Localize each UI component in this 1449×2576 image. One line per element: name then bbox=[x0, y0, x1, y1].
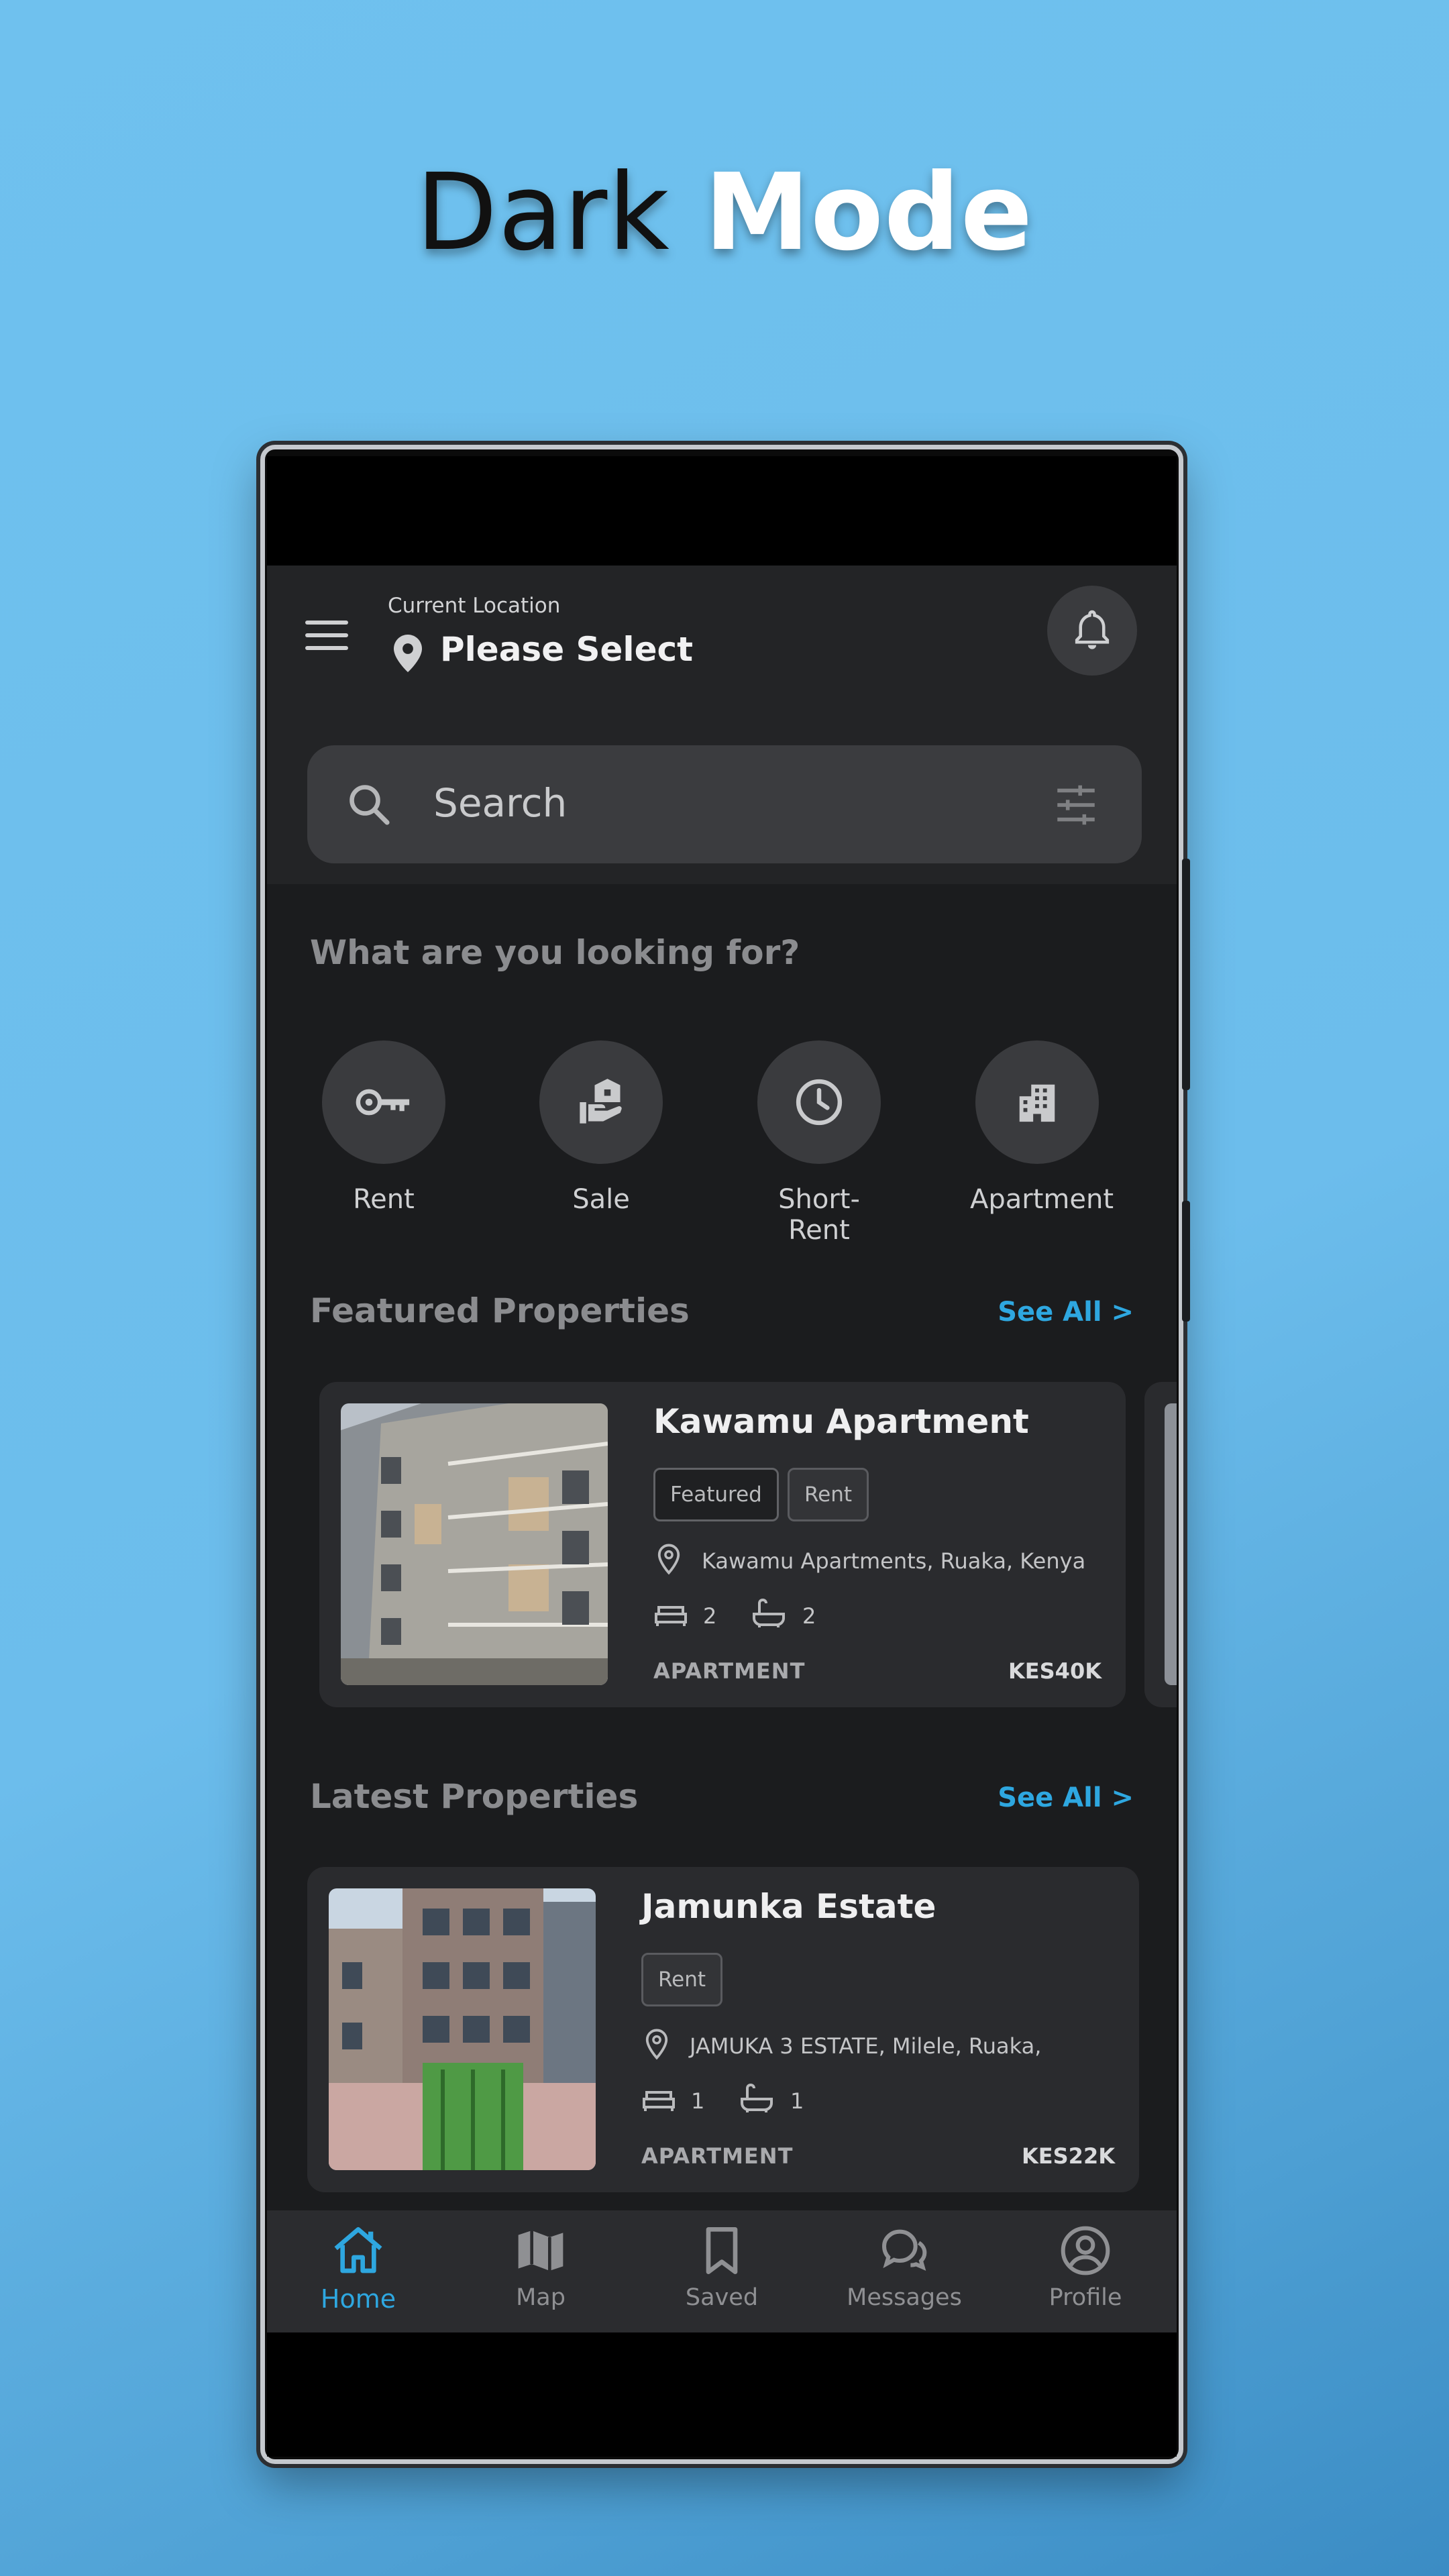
chat-bubbles-icon bbox=[881, 2229, 927, 2271]
location-selector[interactable]: Please Select bbox=[440, 630, 693, 669]
nav-label: Map bbox=[516, 2284, 566, 2311]
headline: Dark Mode bbox=[0, 151, 1449, 274]
building-icon bbox=[1019, 1084, 1055, 1122]
search-icon bbox=[350, 785, 390, 825]
headline-word-mode: Mode bbox=[704, 151, 1034, 274]
property-photo bbox=[341, 1403, 608, 1685]
notifications-button[interactable] bbox=[1047, 586, 1137, 676]
category-apartment[interactable]: Apartment bbox=[970, 1040, 1114, 1215]
bathtub-icon bbox=[753, 1598, 785, 1627]
phone-power-button bbox=[1182, 859, 1190, 1090]
category-label: Rent bbox=[353, 1184, 415, 1215]
bath-count: 1 bbox=[790, 2088, 804, 2114]
user-circle-icon bbox=[1061, 2226, 1110, 2275]
search-bar[interactable]: Search bbox=[307, 745, 1142, 863]
category-sale[interactable]: Sale bbox=[534, 1040, 668, 1215]
nav-label: Saved bbox=[685, 2284, 759, 2311]
nav-map[interactable]: Map bbox=[449, 2210, 632, 2332]
latest-property-card[interactable]: Jamunka Estate Rent JAMUKA 3 ESTATE, Mil… bbox=[307, 1867, 1139, 2192]
nav-home[interactable]: Home bbox=[267, 2210, 449, 2332]
property-address: Kawamu Apartments, Ruaka, Kenya bbox=[702, 1548, 1086, 1574]
category-label: Apartment bbox=[970, 1184, 1114, 1215]
map-icon bbox=[518, 2231, 564, 2271]
bath-count: 2 bbox=[802, 1603, 816, 1629]
hamburger-menu-icon[interactable] bbox=[305, 621, 348, 654]
property-type: APARTMENT bbox=[653, 1658, 806, 1684]
app-header: Current Location Please Select Search bbox=[267, 566, 1177, 884]
chip-rent: Rent bbox=[641, 1953, 723, 2006]
nav-messages[interactable]: Messages bbox=[813, 2210, 996, 2332]
property-address: JAMUKA 3 ESTATE, Milele, Ruaka, bbox=[690, 2033, 1042, 2059]
location-pin-icon bbox=[657, 1544, 680, 1575]
property-title: Jamunka Estate bbox=[641, 1887, 936, 1926]
featured-see-all-link[interactable]: See All > bbox=[998, 1297, 1134, 1328]
search-input[interactable]: Search bbox=[433, 780, 567, 826]
bathtub-icon bbox=[741, 2083, 773, 2112]
bed-icon bbox=[643, 2091, 675, 2111]
location-pin-icon bbox=[645, 2029, 668, 2060]
category-short-rent[interactable]: Short-Rent bbox=[752, 1040, 886, 1246]
house-in-hand-icon bbox=[580, 1079, 622, 1124]
headline-word-dark: Dark bbox=[415, 151, 670, 274]
latest-see-all-link[interactable]: See All > bbox=[998, 1782, 1134, 1813]
property-price: KES40K bbox=[1008, 1658, 1102, 1684]
bottom-navigation: Home Map Saved Messages Profile bbox=[267, 2210, 1177, 2332]
location-pin-icon bbox=[394, 635, 422, 672]
nav-label: Home bbox=[320, 2284, 396, 2314]
property-type: APARTMENT bbox=[641, 2143, 794, 2169]
clock-icon bbox=[796, 1079, 843, 1126]
nav-saved[interactable]: Saved bbox=[631, 2210, 813, 2332]
featured-property-card-next[interactable] bbox=[1144, 1382, 1177, 1707]
featured-property-card[interactable]: Kawamu Apartment Featured Rent Kawamu Ap… bbox=[319, 1382, 1126, 1707]
featured-section-title: Featured Properties bbox=[310, 1291, 690, 1330]
filter-sliders-icon[interactable] bbox=[1050, 780, 1102, 830]
nav-label: Profile bbox=[1049, 2284, 1122, 2311]
bell-icon bbox=[1075, 610, 1110, 649]
location-caption: Current Location bbox=[388, 594, 561, 618]
chip-featured: Featured bbox=[653, 1468, 779, 1521]
category-rent[interactable]: Rent bbox=[317, 1040, 451, 1215]
property-title: Kawamu Apartment bbox=[653, 1402, 1029, 1441]
nav-label: Messages bbox=[847, 2284, 962, 2311]
nav-profile[interactable]: Profile bbox=[994, 2210, 1177, 2332]
key-icon bbox=[356, 1089, 410, 1116]
bookmark-icon bbox=[706, 2227, 738, 2274]
bed-count: 1 bbox=[691, 2088, 705, 2114]
home-icon bbox=[334, 2227, 382, 2273]
category-label: Short-Rent bbox=[778, 1184, 860, 1246]
categories-title: What are you looking for? bbox=[310, 933, 800, 972]
property-price: KES22K bbox=[1021, 2143, 1115, 2169]
status-bar-area bbox=[267, 456, 1177, 566]
property-photo bbox=[329, 1888, 596, 2170]
bed-count: 2 bbox=[703, 1603, 717, 1629]
app-screen: Current Location Please Select Search Wh… bbox=[267, 566, 1177, 2332]
phone-volume-button bbox=[1182, 1201, 1190, 1322]
latest-section-title: Latest Properties bbox=[310, 1777, 639, 1816]
bed-icon bbox=[655, 1606, 687, 1626]
gesture-bar-area bbox=[267, 2332, 1177, 2457]
category-label: Sale bbox=[572, 1184, 630, 1215]
chip-rent: Rent bbox=[788, 1468, 869, 1521]
